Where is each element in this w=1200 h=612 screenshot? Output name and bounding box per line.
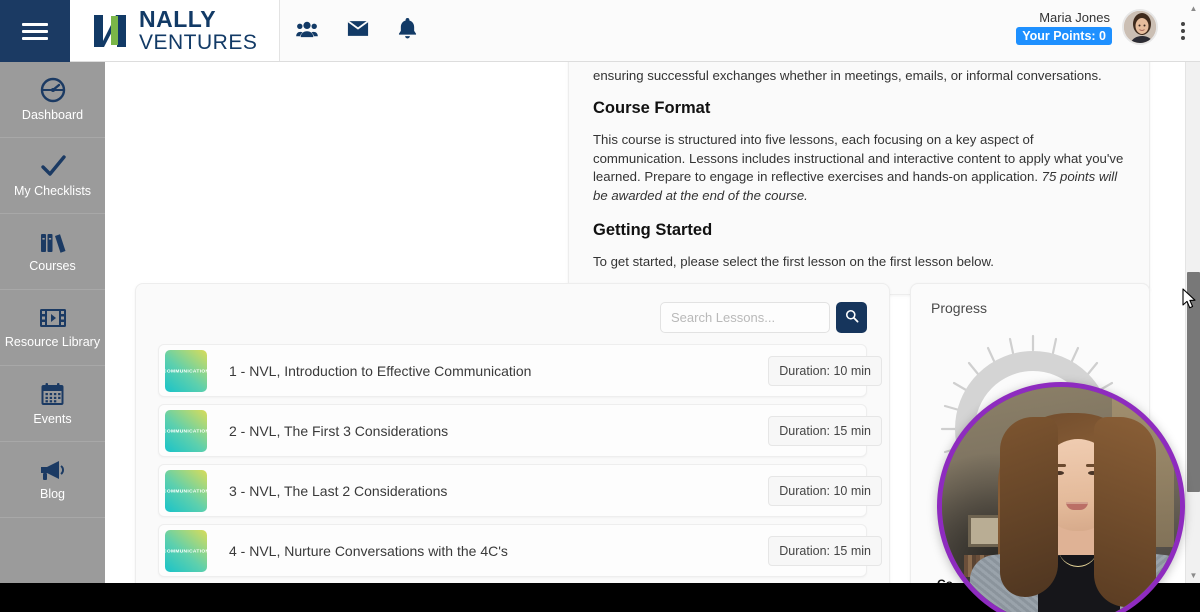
- hamburger-icon: [22, 19, 48, 44]
- app-screen: NALLY VENTURES Maria Jones Your Points: …: [0, 0, 1200, 612]
- sidebar-item-resource-library[interactable]: Resource Library: [0, 290, 105, 366]
- sidebar-item-label: Courses: [29, 259, 76, 273]
- nally-n-logo-icon: [90, 11, 130, 51]
- avatar[interactable]: [1122, 9, 1158, 45]
- sidebar-item-events[interactable]: Events: [0, 366, 105, 442]
- brand-text: NALLY VENTURES: [139, 6, 258, 54]
- lesson-row[interactable]: COMMUNICATION 3 - NVL, The Last 2 Consid…: [158, 464, 882, 517]
- user-area[interactable]: Maria Jones Your Points: 0: [1016, 9, 1158, 45]
- search-button[interactable]: [836, 302, 867, 333]
- lesson-row[interactable]: COMMUNICATION 4 - NVL, Nurture Conversat…: [158, 524, 882, 577]
- lesson-thumbnail: COMMUNICATION: [165, 529, 207, 572]
- course-format-body: This course is structured into five less…: [593, 131, 1125, 205]
- sidebar-item-label: Blog: [39, 487, 66, 501]
- progress-title: Progress: [931, 300, 988, 316]
- lesson-thumbnail-label: COMMUNICATION: [165, 367, 207, 374]
- envelope-icon[interactable]: [347, 20, 369, 37]
- film-strip-icon: [39, 306, 67, 330]
- sidebar-filler: [0, 518, 105, 580]
- scrollbar-thumb[interactable]: [1187, 272, 1200, 492]
- course-description-card: ensuring successful exchanges whether in…: [568, 62, 1150, 295]
- sidebar-item-blog[interactable]: Blog: [0, 442, 105, 518]
- sidebar-item-courses[interactable]: Courses: [0, 214, 105, 290]
- lesson-thumbnail-label: COMMUNICATION: [165, 487, 207, 494]
- brand-line-1: NALLY: [139, 6, 217, 32]
- sidebar-item-label: Events: [33, 411, 72, 426]
- lesson-thumbnail: COMMUNICATION: [165, 409, 207, 452]
- lesson-thumbnail: COMMUNICATION: [165, 349, 207, 392]
- sidebar-item-label: Dashboard: [21, 108, 84, 122]
- search-input[interactable]: [660, 302, 830, 333]
- sidebar-item-label: Resource Library: [4, 335, 101, 349]
- brand-line-2: VENTURES: [139, 31, 258, 54]
- people-icon[interactable]: [296, 20, 318, 38]
- top-header: NALLY VENTURES Maria Jones Your Points: …: [0, 0, 1200, 62]
- scroll-up-arrow[interactable]: ▲: [1186, 0, 1200, 16]
- books-icon: [40, 230, 66, 254]
- lesson-duration-badge: Duration: 15 min: [768, 415, 882, 446]
- lesson-duration-badge: Duration: 15 min: [768, 535, 882, 566]
- lesson-search-row: [158, 302, 867, 333]
- webcam-video-bubble[interactable]: [937, 382, 1185, 612]
- lesson-duration-badge: Duration: 10 min: [768, 355, 882, 386]
- hamburger-menu-button[interactable]: [0, 0, 70, 62]
- lesson-duration-badge: Duration: 10 min: [768, 475, 882, 506]
- sidebar-item-label: My Checklists: [13, 184, 92, 198]
- user-name: Maria Jones: [1039, 9, 1110, 25]
- brand-logo[interactable]: NALLY VENTURES: [70, 0, 280, 61]
- check-icon: [39, 153, 67, 179]
- megaphone-icon: [39, 458, 67, 482]
- webcam-person-hair-front-left: [1000, 417, 1058, 597]
- sidebar-item-my-checklists[interactable]: My Checklists: [0, 138, 105, 214]
- webcam-person-hair-front-right: [1094, 417, 1156, 607]
- lesson-row[interactable]: COMMUNICATION 2 - NVL, The First 3 Consi…: [158, 404, 882, 457]
- lesson-row[interactable]: COMMUNICATION 1 - NVL, Introduction to E…: [158, 344, 882, 397]
- lesson-thumbnail: COMMUNICATION: [165, 469, 207, 512]
- getting-started-heading: Getting Started: [593, 221, 713, 239]
- scroll-down-arrow[interactable]: ▼: [1186, 567, 1200, 583]
- bell-icon[interactable]: [398, 18, 417, 39]
- user-text-block: Maria Jones Your Points: 0: [1016, 10, 1112, 45]
- left-sidebar: Dashboard My Checklists Courses Resource…: [0, 62, 105, 583]
- calendar-icon: [40, 382, 65, 407]
- course-format-heading: Course Format: [593, 99, 711, 117]
- getting-started-body: To get started, please select the first …: [593, 254, 994, 269]
- header-icon-group: [296, 18, 417, 39]
- lessons-card: COMMUNICATION 1 - NVL, Introduction to E…: [135, 283, 890, 583]
- lesson-title: 1 - NVL, Introduction to Effective Commu…: [229, 362, 532, 379]
- lesson-thumbnail-label: COMMUNICATION: [165, 427, 207, 434]
- description-lead-text: ensuring successful exchanges whether in…: [593, 68, 1102, 83]
- vertical-scrollbar[interactable]: ▲ ▼: [1185, 4, 1200, 583]
- search-icon: [845, 309, 859, 326]
- lesson-title: 3 - NVL, The Last 2 Considerations: [229, 482, 448, 499]
- lesson-title: 4 - NVL, Nurture Conversations with the …: [229, 542, 508, 559]
- sidebar-item-dashboard[interactable]: Dashboard: [0, 62, 105, 138]
- lesson-thumbnail-label: COMMUNICATION: [165, 547, 207, 554]
- dashboard-gauge-icon: [40, 77, 66, 103]
- more-options-icon[interactable]: [1181, 19, 1186, 43]
- lesson-title: 2 - NVL, The First 3 Considerations: [229, 422, 449, 439]
- points-badge[interactable]: Your Points: 0: [1016, 26, 1112, 45]
